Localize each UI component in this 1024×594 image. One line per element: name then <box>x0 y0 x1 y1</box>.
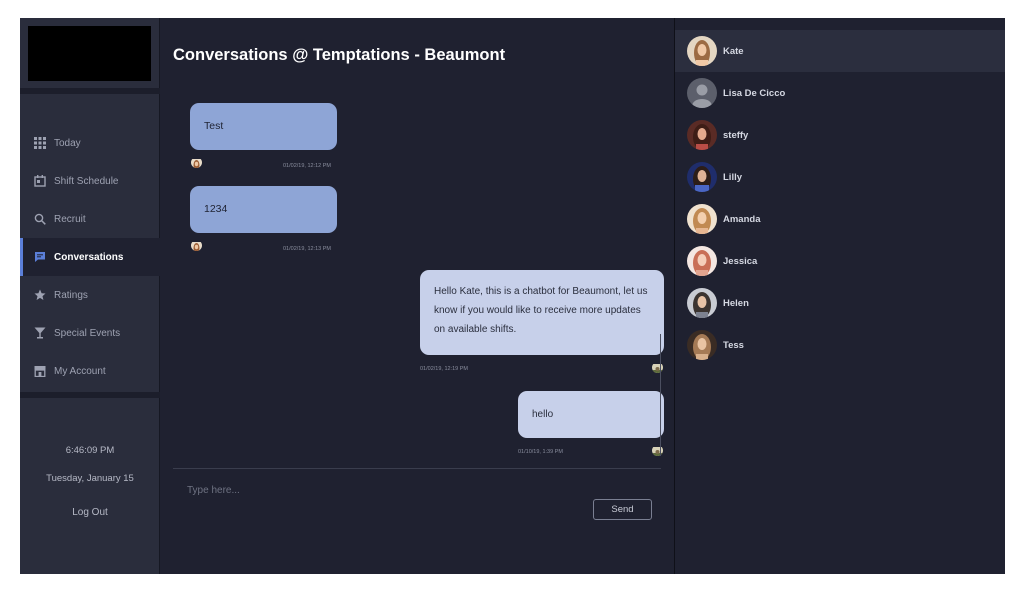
contact-name: Lilly <box>723 171 743 183</box>
contact-name: Lisa De Cicco <box>723 87 786 99</box>
sidebar-item-special-events[interactable]: Special Events <box>20 314 160 352</box>
sender-avatar <box>191 157 202 168</box>
logo <box>28 26 151 81</box>
cocktail-icon <box>33 327 46 340</box>
sidebar-item-label: Ratings <box>54 289 88 301</box>
contact-item[interactable]: Lilly <box>675 156 1005 198</box>
avatar <box>687 288 717 318</box>
sidebar-item-label: Shift Schedule <box>54 175 119 187</box>
message-input[interactable] <box>187 480 567 500</box>
message-text: Hello Kate, this is a chatbot for Beaumo… <box>434 286 648 335</box>
sidebar-divider <box>20 88 160 94</box>
bot-avatar <box>652 445 663 456</box>
contact-item[interactable]: Helen <box>675 282 1005 324</box>
sidebar-item-label: Conversations <box>54 251 124 263</box>
chat-icon <box>33 251 46 264</box>
avatar <box>687 36 717 66</box>
message-bubble-outgoing: hello <box>518 391 664 438</box>
contact-item[interactable]: Amanda <box>675 198 1005 240</box>
sidebar-item-shift-schedule[interactable]: Shift Schedule <box>20 162 160 200</box>
search-icon <box>33 213 46 226</box>
sidebar-item-label: Recruit <box>54 213 86 225</box>
contact-item[interactable]: Lisa De Cicco <box>675 72 1005 114</box>
avatar <box>687 246 717 276</box>
contact-name: Tess <box>723 339 744 351</box>
message-scrollbar[interactable] <box>660 334 661 456</box>
message-text: hello <box>532 409 554 420</box>
contact-name: Jessica <box>723 255 758 267</box>
contact-item[interactable]: Jessica <box>675 240 1005 282</box>
bot-avatar <box>652 362 663 373</box>
contact-name: steffy <box>723 129 749 141</box>
star-icon <box>33 289 46 302</box>
contact-name: Amanda <box>723 213 761 225</box>
avatar <box>687 162 717 192</box>
store-icon <box>33 365 46 378</box>
sidebar-item-label: Today <box>54 137 81 149</box>
avatar <box>687 120 717 150</box>
avatar <box>687 330 717 360</box>
message-bubble-incoming: Test <box>190 103 337 150</box>
contact-item[interactable]: Kate <box>675 30 1005 72</box>
sidebar-item-my-account[interactable]: My Account <box>20 352 160 390</box>
message-timestamp: 01/10/19, 1:39 PM <box>518 449 563 455</box>
compose-divider <box>173 468 661 469</box>
message-timestamp: 01/02/19, 12:13 PM <box>283 246 332 252</box>
contact-name: Helen <box>723 297 749 309</box>
message-text: 1234 <box>204 203 228 215</box>
contact-list: Kate Lisa De Cicco steffy Lilly Amanda J… <box>674 18 1005 574</box>
sidebar-item-conversations[interactable]: Conversations <box>20 238 160 276</box>
sidebar-item-ratings[interactable]: Ratings <box>20 276 160 314</box>
message-bubble-outgoing: Hello Kate, this is a chatbot for Beaumo… <box>420 270 664 355</box>
message-timestamp: 01/02/19, 12:19 PM <box>420 366 469 372</box>
app-window: Today Shift Schedule Recruit Conversatio… <box>20 18 1005 574</box>
conversation-panel: Conversations @ Temptations - Beaumont T… <box>161 18 674 574</box>
avatar <box>687 204 717 234</box>
contact-name: Kate <box>723 45 744 57</box>
message-bubble-incoming: 1234 <box>190 186 337 233</box>
grid-icon <box>33 137 46 150</box>
sidebar-divider <box>20 392 160 398</box>
sidebar: Today Shift Schedule Recruit Conversatio… <box>20 18 160 574</box>
current-date: Tuesday, January 15 <box>46 473 134 484</box>
sidebar-item-recruit[interactable]: Recruit <box>20 200 160 238</box>
sidebar-item-today[interactable]: Today <box>20 124 160 162</box>
send-button[interactable]: Send <box>593 499 652 520</box>
contact-item[interactable]: Tess <box>675 324 1005 366</box>
message-timestamp: 01/02/19, 12:12 PM <box>283 163 332 169</box>
calendar-icon <box>33 175 46 188</box>
page-title: Conversations @ Temptations - Beaumont <box>173 46 506 64</box>
sender-avatar <box>191 240 202 251</box>
logout-link[interactable]: Log Out <box>20 507 160 518</box>
contact-item[interactable]: steffy <box>675 114 1005 156</box>
current-time: 6:46:09 PM <box>65 445 115 456</box>
sidebar-item-label: Special Events <box>54 327 121 339</box>
sidebar-item-label: My Account <box>54 365 106 377</box>
message-text: Test <box>204 120 224 132</box>
avatar <box>687 78 717 108</box>
